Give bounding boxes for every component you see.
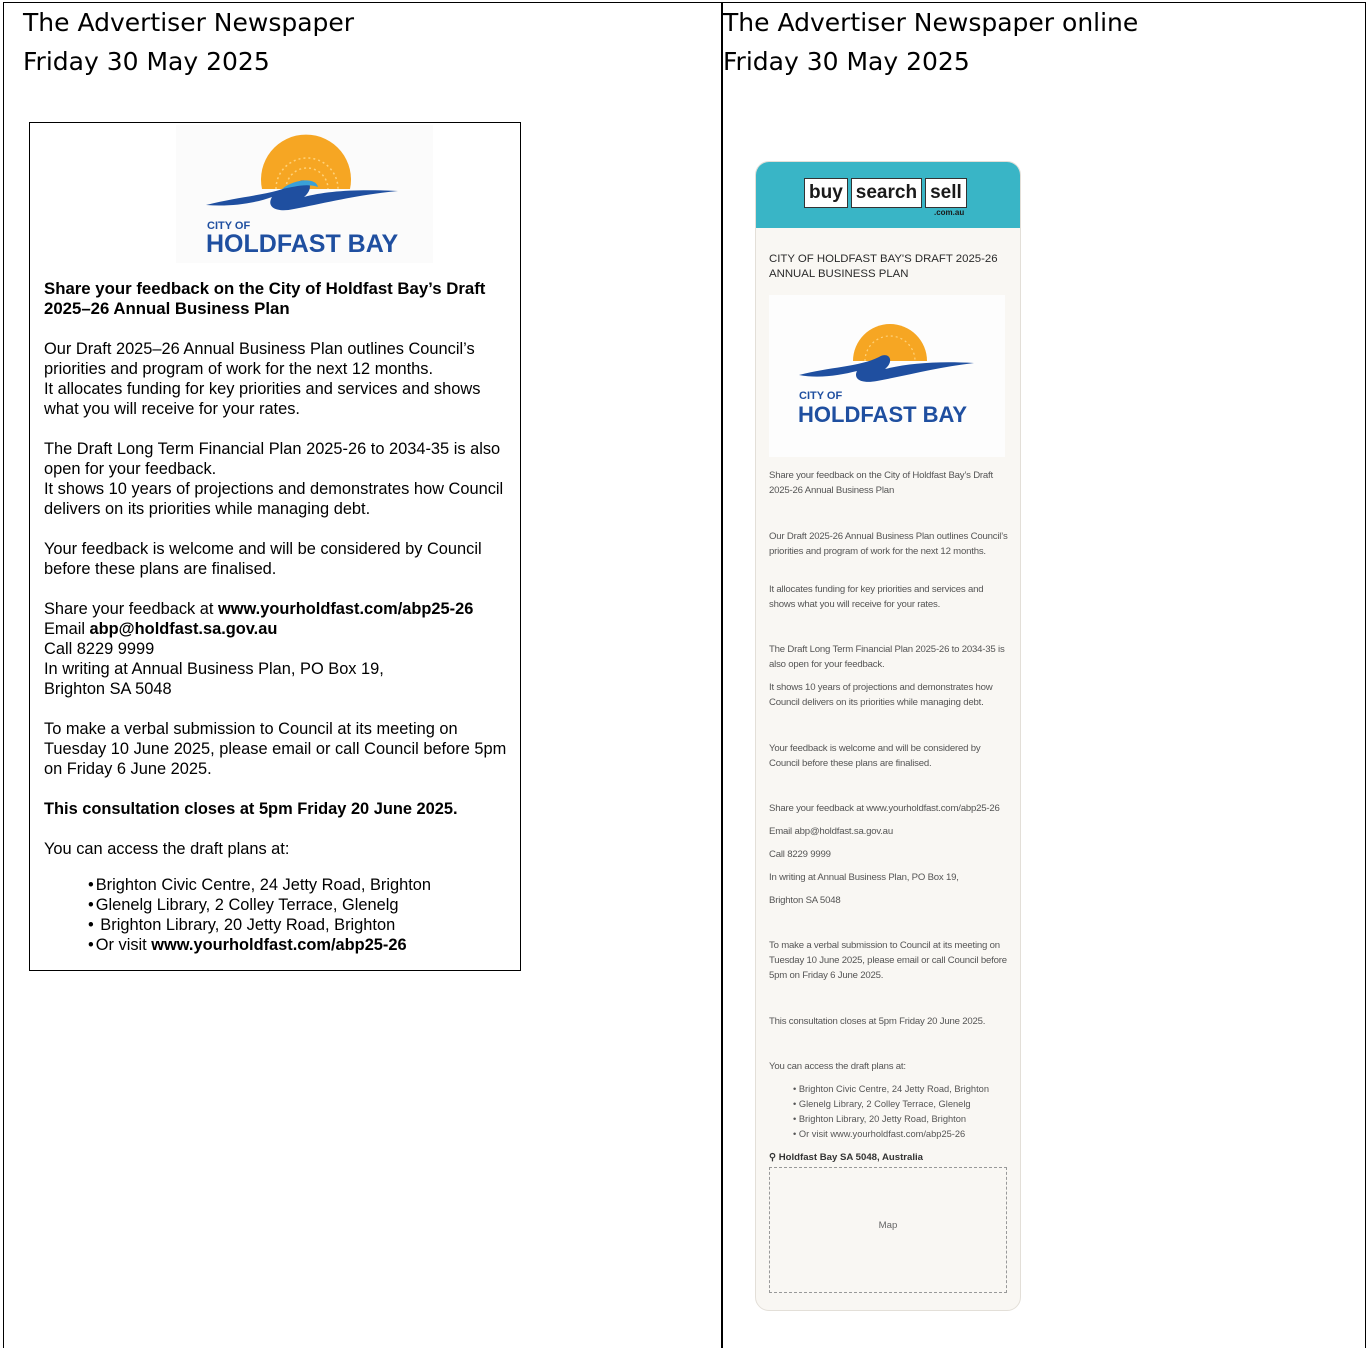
column-divider bbox=[721, 2, 723, 1348]
phone-text: Call 8229 9999 bbox=[44, 640, 155, 658]
logo-name: HOLDFAST BAY bbox=[206, 230, 398, 258]
location-line: ⚲ Holdfast Bay SA 5048, Australia bbox=[769, 1152, 923, 1163]
wave-icon bbox=[206, 180, 398, 211]
buysearchsell-logo[interactable]: buy search sell bbox=[804, 178, 970, 208]
map-pin-icon: ⚲ bbox=[769, 1152, 777, 1163]
map-placeholder[interactable]: Map bbox=[769, 1167, 1007, 1293]
share-url-link[interactable]: www.yourholdfast.com/abp25-26 bbox=[218, 600, 473, 618]
right-column-header: The Advertiser Newspaper online Friday 3… bbox=[723, 3, 1138, 81]
brand-domain: .com.au bbox=[934, 208, 965, 217]
email-link[interactable]: abp@holdfast.sa.gov.au bbox=[90, 620, 278, 638]
visit-url-link[interactable]: www.yourholdfast.com/abp25-26 bbox=[151, 936, 406, 954]
print-ad-para: The Draft Long Term Financial Plan 2025-… bbox=[44, 440, 501, 478]
left-header-publication: The Advertiser Newspaper bbox=[23, 8, 355, 37]
brand-sell: sell bbox=[925, 178, 967, 208]
card-text: Share your feedback on the City of Holdf… bbox=[769, 470, 993, 496]
share-prefix: Share your feedback at bbox=[44, 600, 219, 618]
list-item: Brighton Library, 20 Jetty Road, Brighto… bbox=[793, 1112, 1013, 1127]
list-item: Or visit www.yourholdfast.com/abp25-26 bbox=[88, 935, 509, 955]
card-locations-list: Brighton Civic Centre, 24 Jetty Road, Br… bbox=[793, 1082, 1013, 1142]
wave-icon bbox=[799, 355, 974, 382]
card-header: buy search sell .com.au bbox=[756, 162, 1020, 228]
card-text: It allocates funding for key priorities … bbox=[769, 584, 984, 610]
card-text: Our Draft 2025-26 Annual Business Plan o… bbox=[769, 531, 1008, 557]
writing-address-line1: In writing at Annual Business Plan, PO B… bbox=[44, 660, 384, 678]
list-item: Brighton Library, 20 Jetty Road, Brighto… bbox=[88, 915, 509, 935]
card-writing1: In writing at Annual Business Plan, PO B… bbox=[769, 872, 959, 883]
right-header-publication: The Advertiser Newspaper online bbox=[723, 8, 1139, 37]
print-ad-body: Share your feedback on the City of Holdf… bbox=[44, 279, 509, 955]
holdfast-bay-logo-small: CITY OF HOLDFAST BAY bbox=[769, 295, 1005, 457]
left-column-header: The Advertiser Newspaper Friday 30 May 2… bbox=[23, 3, 354, 81]
logo-city-of: CITY OF bbox=[799, 390, 842, 402]
list-item: Glenelg Library, 2 Colley Terrace, Glene… bbox=[88, 895, 509, 915]
print-advertisement: CITY OF HOLDFAST BAY Share your feedback… bbox=[29, 122, 521, 971]
access-text: You can access the draft plans at: bbox=[44, 840, 290, 858]
print-ad-title: Share your feedback on the City of Holdf… bbox=[44, 279, 486, 318]
card-text: It shows 10 years of projections and dem… bbox=[769, 682, 993, 708]
list-item[interactable]: Or visit www.yourholdfast.com/abp25-26 bbox=[793, 1127, 1013, 1142]
card-access: You can access the draft plans at: bbox=[769, 1061, 906, 1072]
card-closes: This consultation closes at 5pm Friday 2… bbox=[769, 1016, 986, 1027]
verbal-submission-text: To make a verbal submission to Council a… bbox=[44, 720, 507, 778]
card-writing2: Brighton SA 5048 bbox=[769, 895, 841, 906]
print-ad-para: Our Draft 2025–26 Annual Business Plan o… bbox=[44, 340, 475, 378]
brand-search: search bbox=[850, 178, 923, 208]
email-prefix: Email bbox=[44, 620, 90, 638]
visit-prefix: Or visit bbox=[95, 936, 152, 954]
writing-address-line2: Brighton SA 5048 bbox=[44, 680, 172, 698]
map-label: Map bbox=[878, 1220, 898, 1231]
online-listing-card: buy search sell .com.au CITY OF HOLDFAST… bbox=[755, 161, 1021, 1311]
list-item: Glenelg Library, 2 Colley Terrace, Glene… bbox=[793, 1097, 1013, 1112]
sun-icon bbox=[853, 324, 927, 362]
location-text: Holdfast Bay SA 5048, Australia bbox=[778, 1152, 924, 1163]
access-locations-list: Brighton Civic Centre, 24 Jetty Road, Br… bbox=[88, 875, 509, 955]
logo-name: HOLDFAST BAY bbox=[798, 402, 967, 427]
list-item: Brighton Civic Centre, 24 Jetty Road, Br… bbox=[793, 1082, 1013, 1097]
card-share-link[interactable]: Share your feedback at www.yourholdfast.… bbox=[769, 801, 1009, 816]
card-text: Your feedback is welcome and will be con… bbox=[769, 743, 981, 769]
brand-buy: buy bbox=[804, 178, 848, 208]
listing-title: CITY OF HOLDFAST BAY'S DRAFT 2025-26 ANN… bbox=[769, 253, 998, 280]
print-ad-para: Your feedback is welcome and will be con… bbox=[44, 540, 482, 578]
left-header-date: Friday 30 May 2025 bbox=[23, 47, 270, 76]
print-ad-contact: Share your feedback at www.yourholdfast.… bbox=[44, 599, 509, 699]
list-item: Brighton Civic Centre, 24 Jetty Road, Br… bbox=[88, 875, 509, 895]
print-ad-para: It shows 10 years of projections and dem… bbox=[44, 480, 504, 518]
right-header-date: Friday 30 May 2025 bbox=[723, 47, 970, 76]
closing-date-text: This consultation closes at 5pm Friday 2… bbox=[44, 800, 458, 818]
card-verbal: To make a verbal submission to Council a… bbox=[769, 940, 1007, 981]
card-text: The Draft Long Term Financial Plan 2025-… bbox=[769, 644, 1005, 670]
print-ad-para: It allocates funding for key priorities … bbox=[44, 380, 481, 418]
holdfast-bay-logo: CITY OF HOLDFAST BAY bbox=[176, 125, 433, 263]
card-email-link[interactable]: Email abp@holdfast.sa.gov.au bbox=[769, 824, 1009, 839]
card-phone: Call 8229 9999 bbox=[769, 849, 831, 860]
